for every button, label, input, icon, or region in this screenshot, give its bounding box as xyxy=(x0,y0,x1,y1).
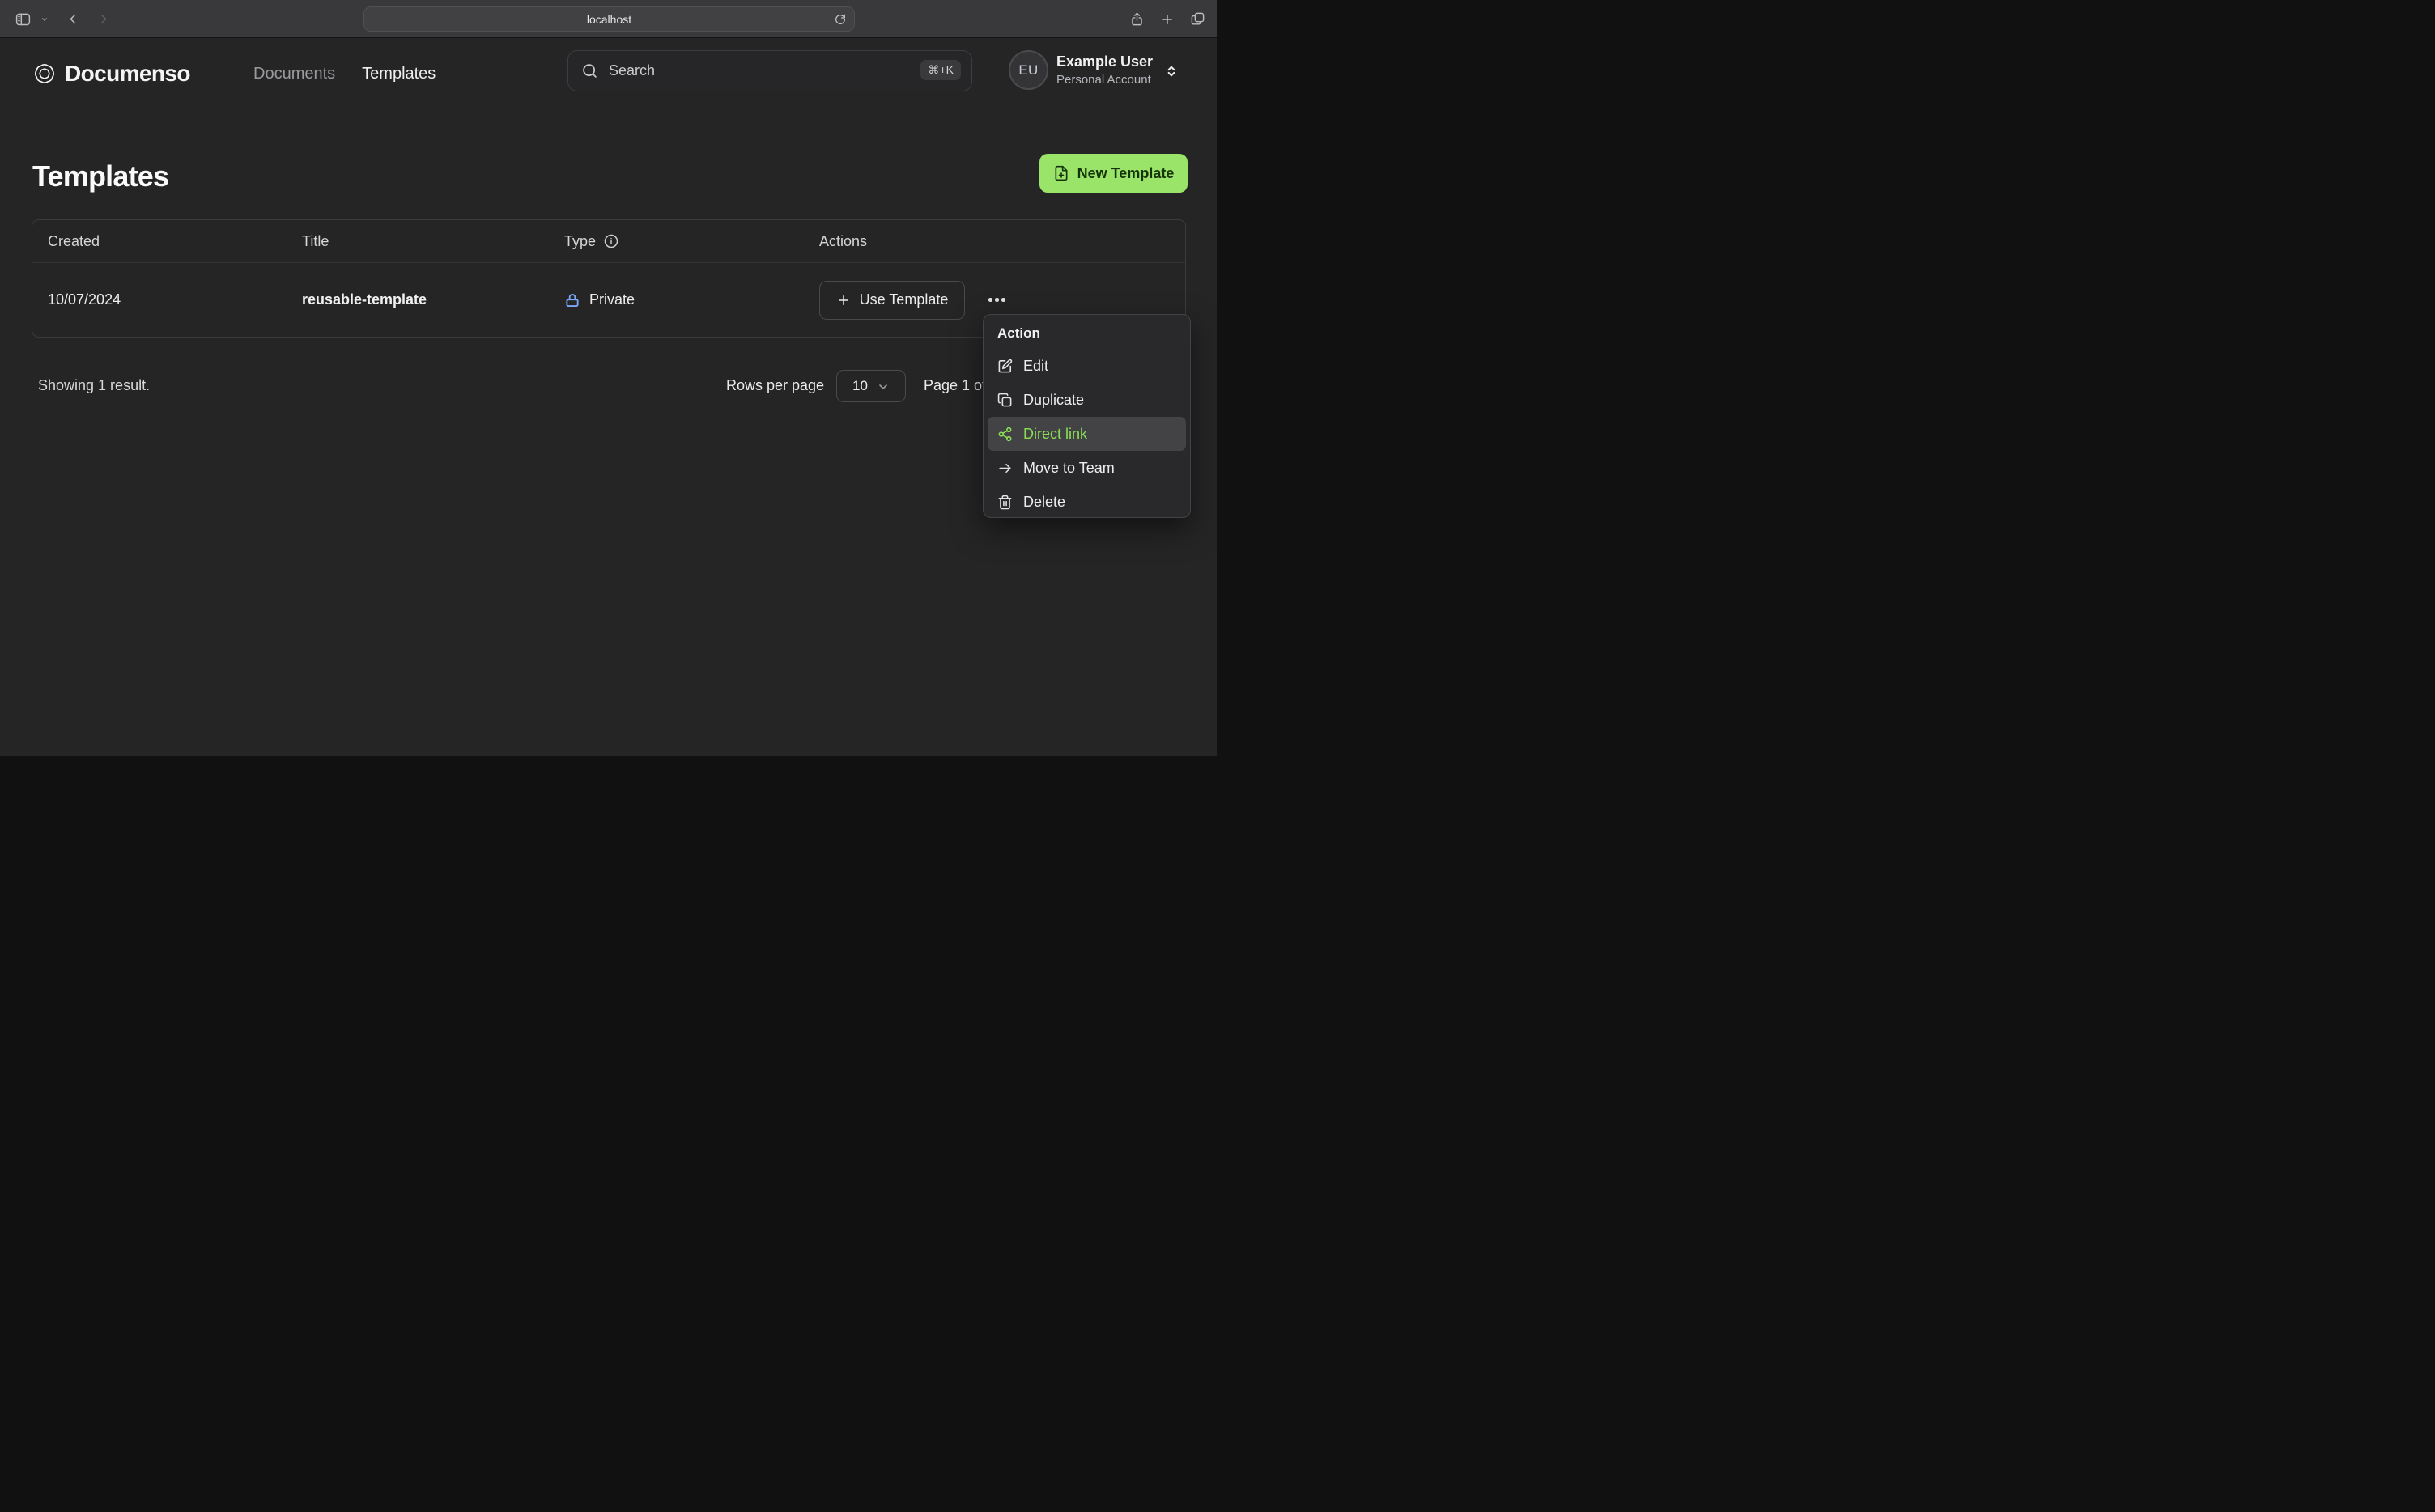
column-header-type: Type xyxy=(564,233,819,250)
forward-icon[interactable] xyxy=(97,12,109,26)
duplicate-icon xyxy=(997,393,1013,408)
column-header-actions: Actions xyxy=(819,232,868,249)
info-icon[interactable] xyxy=(603,233,619,249)
sidebar-icon[interactable] xyxy=(15,11,32,28)
menu-item-edit[interactable]: Edit xyxy=(988,349,1186,383)
browser-toolbar: localhost xyxy=(0,0,1218,38)
address-bar[interactable]: localhost xyxy=(363,6,855,32)
menu-item-label: Direct link xyxy=(1023,425,1088,442)
brand-wordmark: Documenso xyxy=(65,61,190,86)
screen: localhost Documenso Documents Templates xyxy=(0,0,1218,756)
row-title-cell[interactable]: reusable-template xyxy=(302,291,564,308)
tab-overview-icon[interactable] xyxy=(1190,11,1205,27)
address-text: localhost xyxy=(586,12,632,26)
menu-item-duplicate[interactable]: Duplicate xyxy=(988,383,1186,417)
plus-icon xyxy=(836,293,851,308)
nav-item-templates[interactable]: Templates xyxy=(362,65,436,83)
use-template-button[interactable]: Use Template xyxy=(819,280,965,320)
row-created-cell: 10/07/2024 xyxy=(48,291,121,308)
search-bar[interactable]: ⌘+K xyxy=(567,50,972,91)
menu-item-delete[interactable]: Delete xyxy=(988,485,1186,519)
column-header-type-label: Type xyxy=(564,232,597,249)
column-header-title: Title xyxy=(302,232,329,249)
documenso-seal-icon xyxy=(32,62,57,90)
reload-icon[interactable] xyxy=(834,13,847,28)
chevron-down-icon xyxy=(877,380,890,393)
page-size-select[interactable]: 10 xyxy=(836,370,906,402)
table-header-row: Created Title Type Actions xyxy=(32,220,1185,263)
menu-item-move-to-team[interactable]: Move to Team xyxy=(988,451,1186,485)
ellipsis-icon xyxy=(988,298,992,302)
menu-item-label: Move to Team xyxy=(1023,459,1115,476)
share-icon[interactable] xyxy=(1129,11,1145,28)
chevrons-up-down-icon[interactable] xyxy=(1164,64,1179,83)
page-title: Templates xyxy=(32,159,169,193)
row-type-label: Private xyxy=(589,291,635,308)
chevron-down-icon[interactable] xyxy=(40,15,49,23)
row-actions-menu-button[interactable] xyxy=(987,293,1007,307)
row-type-cell: Private xyxy=(564,291,819,308)
new-tab-icon[interactable] xyxy=(1160,12,1175,27)
column-header-created: Created xyxy=(48,232,100,249)
back-icon[interactable] xyxy=(67,12,79,26)
rows-per-page-label: Rows per page xyxy=(726,377,825,393)
results-summary: Showing 1 result. xyxy=(38,377,151,393)
avatar[interactable]: EU xyxy=(1009,50,1048,90)
new-template-button[interactable]: New Template xyxy=(1039,154,1188,193)
search-input[interactable] xyxy=(568,51,971,91)
nav-item-documents[interactable]: Documents xyxy=(253,65,335,83)
file-plus-icon xyxy=(1053,165,1069,181)
lock-icon xyxy=(564,292,580,308)
menu-item-label: Duplicate xyxy=(1023,391,1085,408)
edit-icon xyxy=(997,359,1013,374)
menu-item-label: Edit xyxy=(1023,357,1049,374)
share-link-icon xyxy=(997,427,1013,442)
search-icon xyxy=(581,62,598,83)
menu-item-label: Delete xyxy=(1023,493,1066,510)
menu-heading: Action xyxy=(997,325,1040,341)
new-template-label: New Template xyxy=(1077,164,1175,181)
action-dropdown-menu: Action Edit Duplicate Direct link Move t… xyxy=(983,314,1191,518)
user-account-type: Personal Account xyxy=(1056,73,1151,87)
menu-item-direct-link[interactable]: Direct link xyxy=(988,417,1186,451)
main-nav: Documents Templates xyxy=(253,56,436,91)
search-shortcut-badge: ⌘+K xyxy=(920,60,961,80)
user-name: Example User xyxy=(1056,53,1154,70)
arrow-right-icon xyxy=(997,461,1013,476)
trash-icon xyxy=(997,495,1013,510)
use-template-label: Use Template xyxy=(859,291,949,308)
page-size-value: 10 xyxy=(852,378,868,393)
user-menu[interactable]: Example User Personal Account xyxy=(1056,52,1153,88)
avatar-initials: EU xyxy=(1018,62,1039,78)
